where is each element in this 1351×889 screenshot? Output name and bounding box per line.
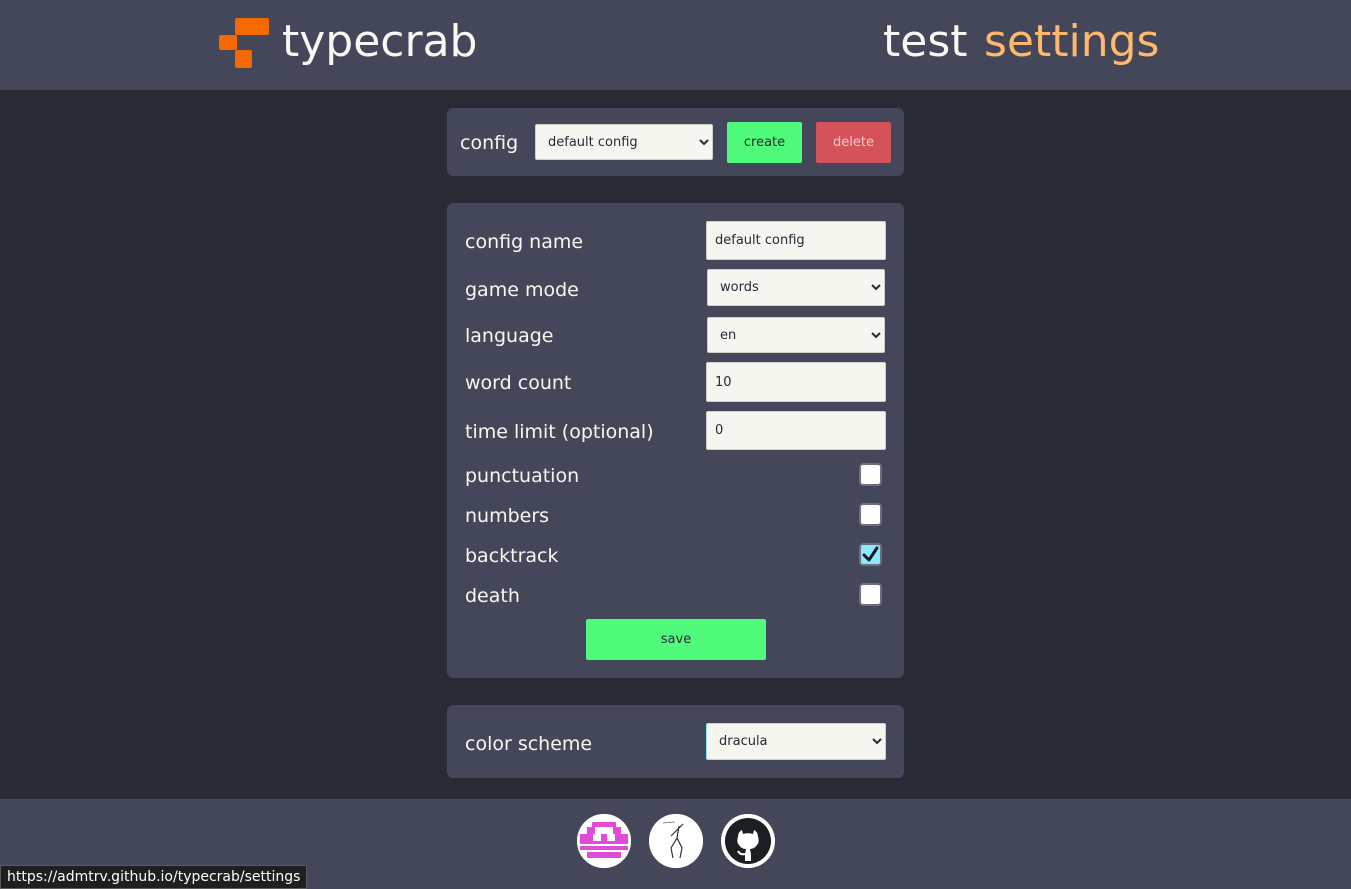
color-scheme-select[interactable]: dracula [706, 723, 886, 760]
numbers-label: numbers [465, 505, 550, 527]
typecrab-logo-icon[interactable] [219, 18, 269, 68]
nav-test-link[interactable]: test [883, 14, 968, 70]
word-count-input[interactable] [706, 362, 886, 402]
numbers-checkbox[interactable] [859, 503, 882, 526]
config-select[interactable]: default config [535, 124, 713, 160]
backtrack-checkbox[interactable] [859, 543, 882, 566]
punctuation-checkbox[interactable] [859, 463, 882, 486]
header: typecrab test settings [0, 0, 1351, 90]
pixel-avatar-icon[interactable] [577, 814, 631, 868]
color-scheme-label: color scheme [465, 733, 593, 755]
word-count-label: word count [465, 372, 572, 394]
sketch-avatar-icon[interactable] [649, 814, 703, 868]
create-button[interactable]: create [727, 122, 802, 163]
brand-title[interactable]: typecrab [282, 14, 477, 70]
backtrack-label: backtrack [465, 545, 559, 567]
pixel-avatar-art [577, 814, 631, 868]
config-name-label: config name [465, 231, 584, 253]
delete-button[interactable]: delete [816, 122, 891, 163]
status-bar-url: https://admtrv.github.io/typecrab/settin… [0, 865, 308, 889]
settings-panel: config name game mode words language en … [447, 203, 904, 678]
nav-settings-link[interactable]: settings [984, 14, 1159, 70]
death-checkbox[interactable] [859, 583, 882, 606]
checkmark-icon [862, 546, 879, 562]
config-name-input[interactable] [706, 221, 886, 260]
github-icon[interactable] [721, 814, 775, 868]
sketch-avatar-art [649, 814, 703, 868]
death-label: death [465, 585, 520, 607]
github-mark-art [721, 814, 775, 868]
color-scheme-panel: color scheme dracula [447, 705, 904, 778]
game-mode-label: game mode [465, 279, 579, 301]
punctuation-label: punctuation [465, 465, 580, 487]
time-limit-label: time limit (optional) [465, 421, 654, 443]
language-select[interactable]: en [707, 317, 885, 353]
language-label: language [465, 325, 554, 347]
game-mode-select[interactable]: words [707, 269, 885, 306]
save-button[interactable]: save [586, 619, 766, 660]
config-label: config [460, 132, 519, 154]
config-panel: config default config create delete [447, 108, 904, 176]
time-limit-input[interactable] [706, 411, 886, 450]
